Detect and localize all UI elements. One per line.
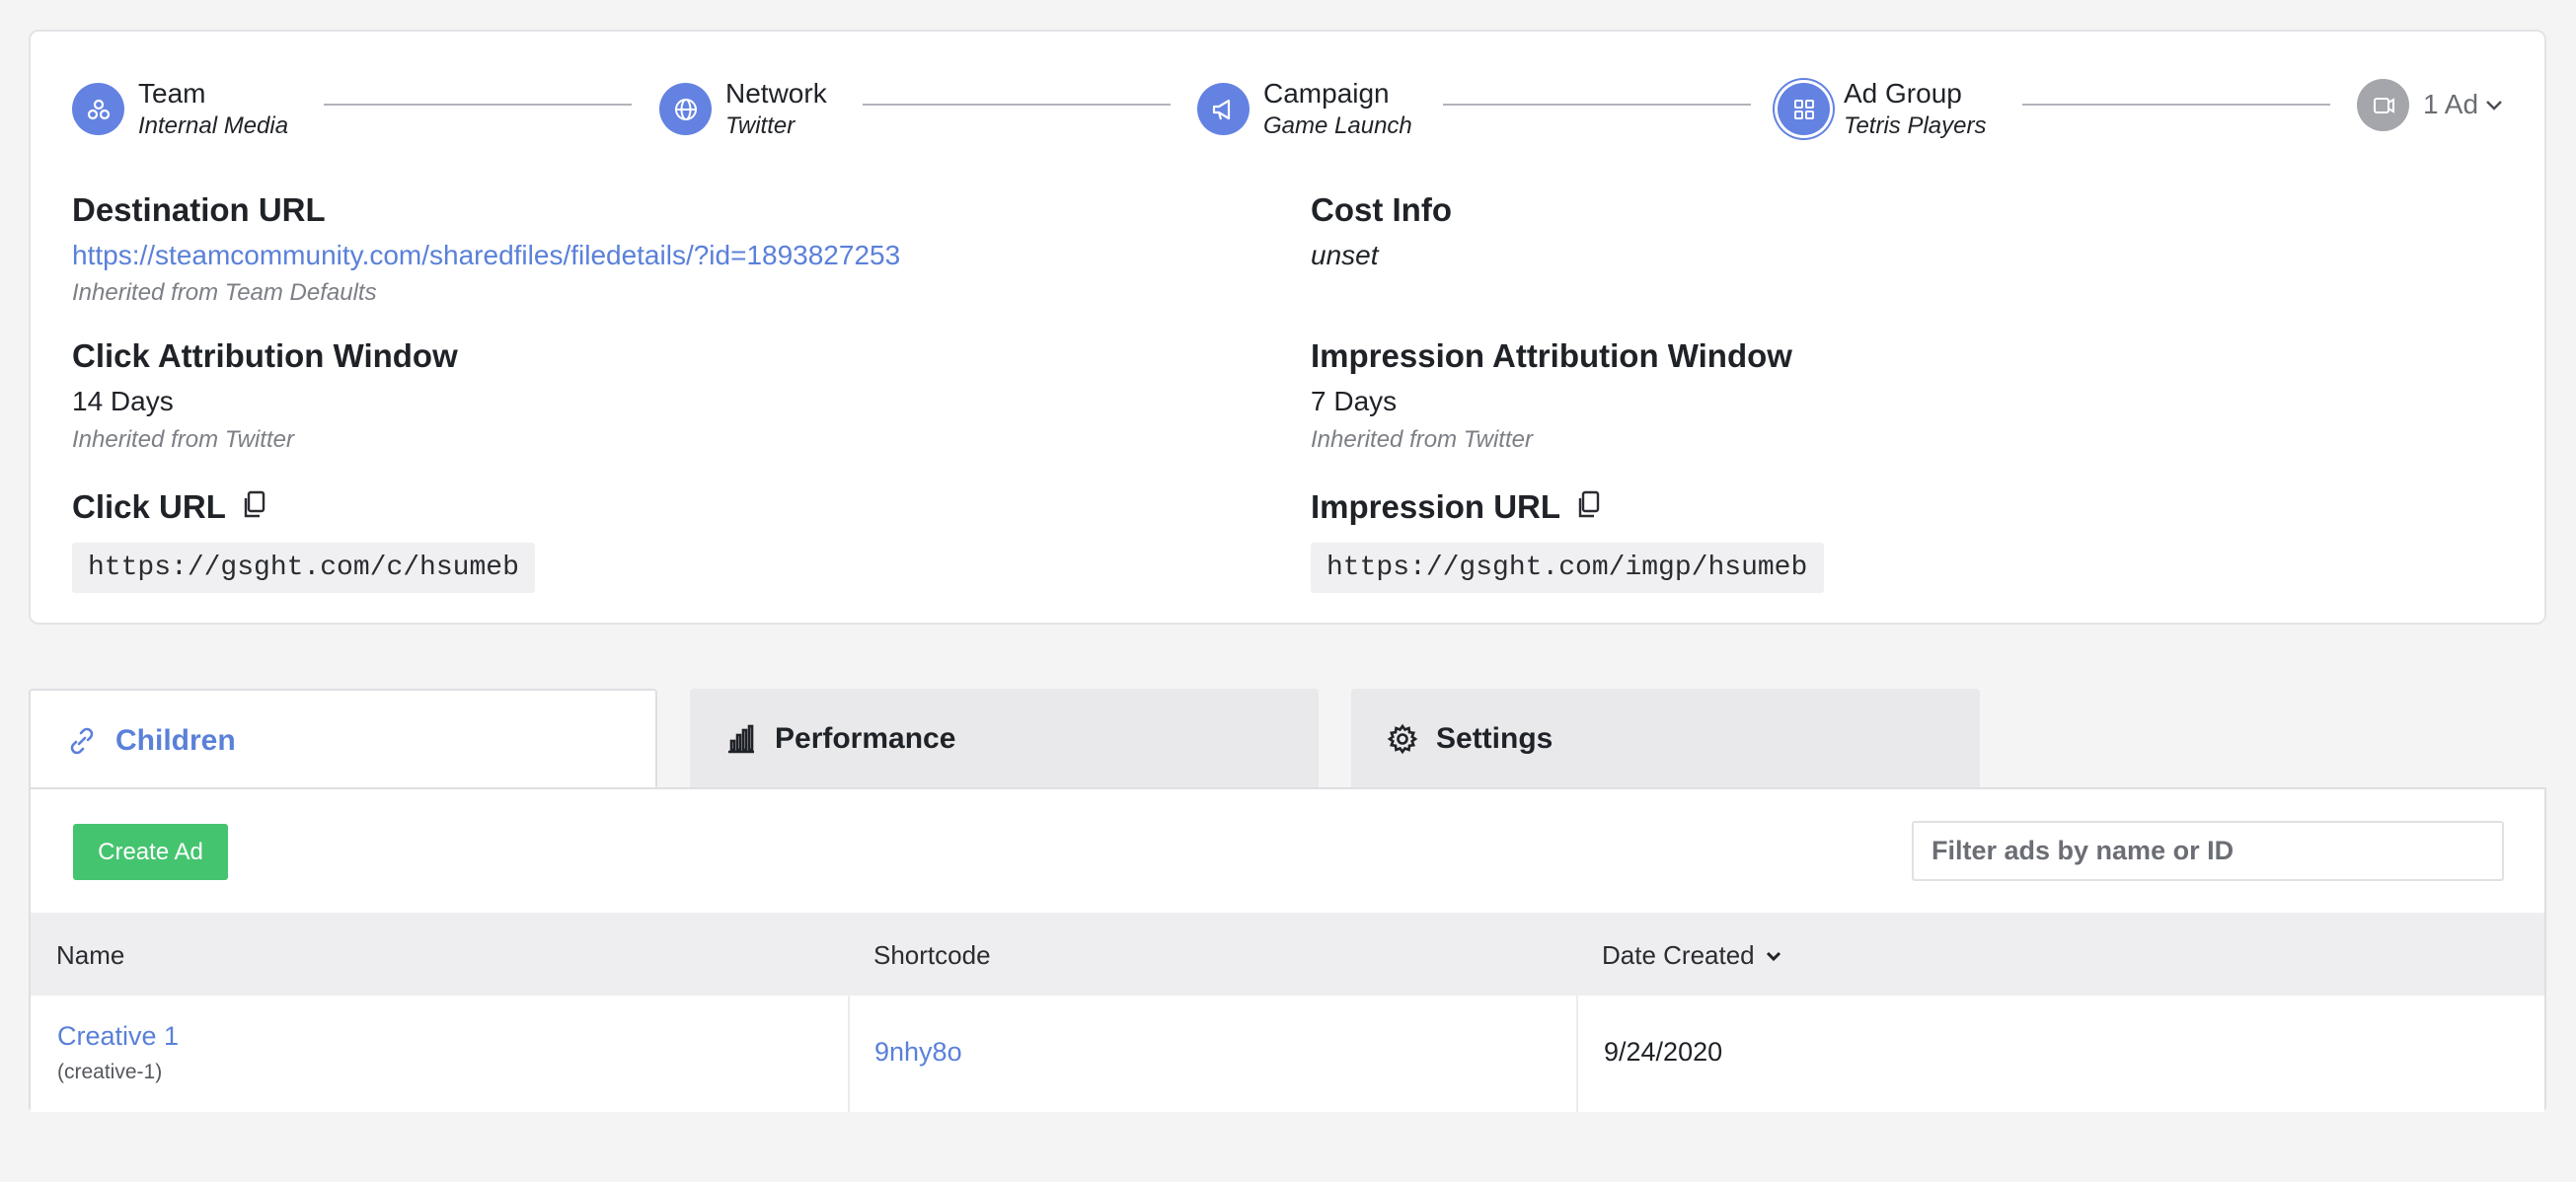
- tab-settings[interactable]: Settings: [1351, 689, 1980, 788]
- ad-date-created: 9/24/2020: [1604, 1037, 1723, 1067]
- link-icon: [66, 725, 98, 757]
- step-title: Network: [725, 78, 827, 109]
- impression-url-code: https://gsght.com/imgp/hsumeb: [1311, 543, 1824, 593]
- step-title: Campaign: [1263, 78, 1390, 109]
- ad-slug: (creative-1): [57, 1061, 163, 1083]
- globe-icon: [659, 83, 712, 136]
- sort-desc-icon: [1766, 951, 1780, 961]
- step-connector: [324, 104, 632, 106]
- ad-icon: [2357, 79, 2409, 131]
- ads-count-label: 1 Ad: [2423, 89, 2479, 120]
- filter-ads-input[interactable]: [1912, 821, 2504, 881]
- table-row: Creative 1 (creative-1) 9nhy8o 9/24/2020: [31, 996, 2544, 1112]
- impression-window-label: Impression Attribution Window: [1311, 337, 1792, 374]
- impression-window-note: Inherited from Twitter: [1311, 426, 1533, 453]
- breadcrumb-step-ad-group[interactable]: Ad Group Tetris Players: [1778, 78, 1987, 139]
- step-subtitle: Game Launch: [1263, 111, 1412, 139]
- step-connector: [2022, 104, 2330, 106]
- destination-url-label: Destination URL: [72, 191, 326, 228]
- impression-url-label: Impression URL: [1311, 488, 1561, 525]
- column-header-label: Date Created: [1602, 940, 1755, 970]
- column-header-name[interactable]: Name: [56, 940, 124, 971]
- bar-chart-icon: [725, 723, 757, 755]
- create-ad-button[interactable]: Create Ad: [73, 824, 228, 880]
- chevron-down-icon: [2486, 101, 2502, 111]
- breadcrumb-step-team[interactable]: Team Internal Media: [72, 78, 289, 139]
- breadcrumb-step-network[interactable]: Network Twitter: [659, 78, 827, 139]
- megaphone-icon: [1197, 83, 1250, 136]
- cost-info-label: Cost Info: [1311, 191, 1452, 228]
- ad-group-summary-card: Team Internal Media Network Twitter Camp…: [29, 30, 2546, 625]
- column-divider: [848, 996, 850, 1112]
- ad-shortcode-link[interactable]: 9nhy8o: [874, 1037, 962, 1068]
- click-url-label: Click URL: [72, 488, 226, 525]
- click-url-code: https://gsght.com/c/hsumeb: [72, 543, 535, 593]
- step-connector: [1443, 104, 1751, 106]
- cost-info-value: unset: [1311, 240, 1379, 270]
- copy-impression-url-icon[interactable]: [1576, 490, 1602, 520]
- step-subtitle: Tetris Players: [1844, 111, 1987, 139]
- grid-icon: [1778, 83, 1830, 136]
- destination-url-link[interactable]: https://steamcommunity.com/sharedfiles/f…: [72, 240, 900, 271]
- destination-url-note: Inherited from Team Defaults: [72, 279, 377, 306]
- step-subtitle: Internal Media: [138, 111, 289, 139]
- breadcrumb-step-campaign[interactable]: Campaign Game Launch: [1197, 78, 1412, 139]
- tab-label: Children: [115, 723, 236, 757]
- step-connector: [863, 104, 1171, 106]
- click-window-label: Click Attribution Window: [72, 337, 458, 374]
- tab-label: Settings: [1436, 721, 1553, 755]
- column-header-date-created[interactable]: Date Created: [1602, 940, 1782, 971]
- ad-name-link[interactable]: Creative 1: [57, 1021, 179, 1052]
- copy-click-url-icon[interactable]: [242, 490, 267, 520]
- gear-icon: [1387, 723, 1418, 755]
- breadcrumb-step-ads-dropdown[interactable]: 1 Ad: [2357, 79, 2504, 131]
- step-title: Ad Group: [1844, 78, 1962, 109]
- step-subtitle: Twitter: [725, 111, 796, 139]
- table-header: Name Shortcode Date Created: [31, 913, 2544, 996]
- tab-children[interactable]: Children: [29, 689, 657, 790]
- click-window-value: 14 Days: [72, 386, 174, 416]
- column-divider: [1576, 996, 1578, 1112]
- impression-window-value: 7 Days: [1311, 386, 1398, 416]
- children-panel: Create Ad Name Shortcode Date Created Cr…: [29, 787, 2546, 1112]
- click-window-note: Inherited from Twitter: [72, 426, 294, 453]
- tab-label: Performance: [775, 721, 956, 755]
- column-header-shortcode[interactable]: Shortcode: [873, 940, 991, 971]
- step-title: Team: [138, 78, 206, 109]
- tab-performance[interactable]: Performance: [690, 689, 1319, 788]
- team-icon: [72, 83, 124, 136]
